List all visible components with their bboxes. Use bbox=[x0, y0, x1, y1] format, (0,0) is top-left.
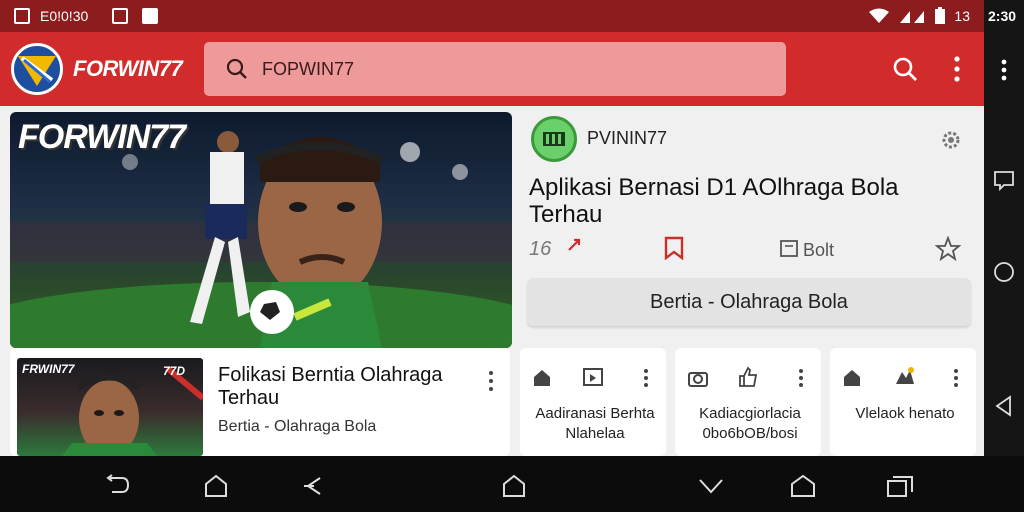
article-more-icon[interactable] bbox=[486, 370, 496, 392]
search-button-icon[interactable] bbox=[892, 56, 918, 82]
search-bar[interactable]: FOPWIN77 bbox=[204, 42, 786, 96]
star-icon[interactable] bbox=[935, 236, 961, 262]
hero-banner[interactable]: FORWIN77 bbox=[10, 112, 512, 348]
bag-icon bbox=[142, 8, 159, 24]
photo-icon bbox=[14, 8, 30, 24]
overflow-menu-icon[interactable] bbox=[950, 54, 964, 84]
more-vert-icon[interactable] bbox=[992, 58, 1016, 82]
trending-icon[interactable] bbox=[567, 236, 583, 252]
chevron-down-icon[interactable] bbox=[698, 474, 724, 496]
post-actions: 16 Bolt bbox=[529, 236, 969, 266]
settings-gear-icon[interactable] bbox=[939, 128, 963, 152]
search-icon bbox=[226, 58, 247, 79]
article-title[interactable]: Folikasi Berntia Olahraga Terhau bbox=[218, 364, 478, 410]
mini-card-1[interactable]: Aadiranasi Berhta Nlahelaa bbox=[520, 348, 666, 456]
camera-icon[interactable] bbox=[687, 368, 709, 388]
battery-icon bbox=[935, 7, 946, 24]
author-avatar[interactable] bbox=[531, 116, 577, 162]
system-nav-right: 2:30 bbox=[984, 0, 1024, 512]
signal-icon bbox=[900, 11, 925, 23]
calendar-icon[interactable] bbox=[779, 238, 799, 258]
brand-name: FORWIN77 bbox=[73, 56, 183, 81]
home-outline-icon[interactable] bbox=[204, 474, 228, 498]
status-bar: E0!0!30 13 bbox=[0, 0, 984, 32]
article-card[interactable]: FRWIN77 77D Folikasi Berntia Olahraga Te… bbox=[10, 348, 510, 456]
image-icon[interactable] bbox=[582, 366, 604, 388]
thumbnail-title: FRWIN77 bbox=[22, 362, 75, 376]
home-icon[interactable] bbox=[842, 368, 862, 388]
like-count: 16 bbox=[529, 238, 552, 260]
bolt-label[interactable]: Bolt bbox=[803, 240, 834, 261]
thumbs-up-icon[interactable] bbox=[737, 366, 759, 388]
more-vert-icon[interactable] bbox=[642, 368, 650, 388]
back-icon[interactable] bbox=[992, 394, 1016, 418]
home-outline-icon[interactable] bbox=[502, 474, 526, 498]
mini-card-text: Kadiacgiorlacia 0bo6bOB/bosi bbox=[699, 405, 801, 442]
status-left-text: E0!0!30 bbox=[40, 8, 89, 24]
recents-icon[interactable] bbox=[992, 168, 1016, 192]
home-icon[interactable] bbox=[532, 368, 552, 388]
swap-icon[interactable] bbox=[300, 474, 324, 498]
wifi-icon bbox=[869, 8, 890, 23]
article-thumbnail[interactable]: FRWIN77 77D bbox=[17, 358, 203, 456]
post-card[interactable]: PVININ77 Aplikasi Bernasi D1 AOlhraga Bo… bbox=[517, 106, 979, 332]
hero-title: FORWIN77 bbox=[18, 118, 186, 156]
search-input[interactable]: FOPWIN77 bbox=[262, 59, 354, 80]
mini-card-text: Vlelaok henato bbox=[855, 405, 955, 422]
category-pill[interactable]: Bertia - Olahraga Bola bbox=[527, 278, 971, 326]
back-arrow-icon[interactable] bbox=[104, 474, 130, 496]
notification-icon bbox=[112, 8, 129, 24]
more-vert-icon[interactable] bbox=[797, 368, 805, 388]
more-vert-icon[interactable] bbox=[952, 368, 960, 388]
author-name[interactable]: PVININ77 bbox=[587, 128, 667, 149]
home-icon[interactable] bbox=[992, 260, 1016, 284]
bookmark-icon[interactable] bbox=[663, 236, 685, 260]
clock: 2:30 bbox=[988, 8, 1017, 24]
feed: FORWIN77 PVININ77 Aplikasi Bernasi D1 AO… bbox=[0, 106, 984, 456]
mini-card-text: Aadiranasi Berhta Nlahelaa bbox=[535, 405, 655, 442]
recents-icon[interactable] bbox=[886, 474, 914, 498]
brand-logo bbox=[11, 43, 63, 95]
post-title[interactable]: Aplikasi Bernasi D1 AOlhraga Bola Terhau bbox=[529, 174, 949, 228]
home-outline-icon[interactable] bbox=[790, 474, 816, 498]
mini-card-3[interactable]: Vlelaok henato bbox=[830, 348, 976, 456]
status-right-text: 13 bbox=[954, 8, 970, 24]
system-nav-bottom bbox=[0, 456, 1024, 512]
app-bar: FORWIN77 FOPWIN77 bbox=[0, 32, 984, 106]
trophy-icon[interactable] bbox=[892, 366, 916, 388]
mini-card-2[interactable]: Kadiacgiorlacia 0bo6bOB/bosi bbox=[675, 348, 821, 456]
thumbnail-badge: 77D bbox=[163, 364, 186, 378]
article-category: Bertia - Olahraga Bola bbox=[218, 418, 377, 435]
